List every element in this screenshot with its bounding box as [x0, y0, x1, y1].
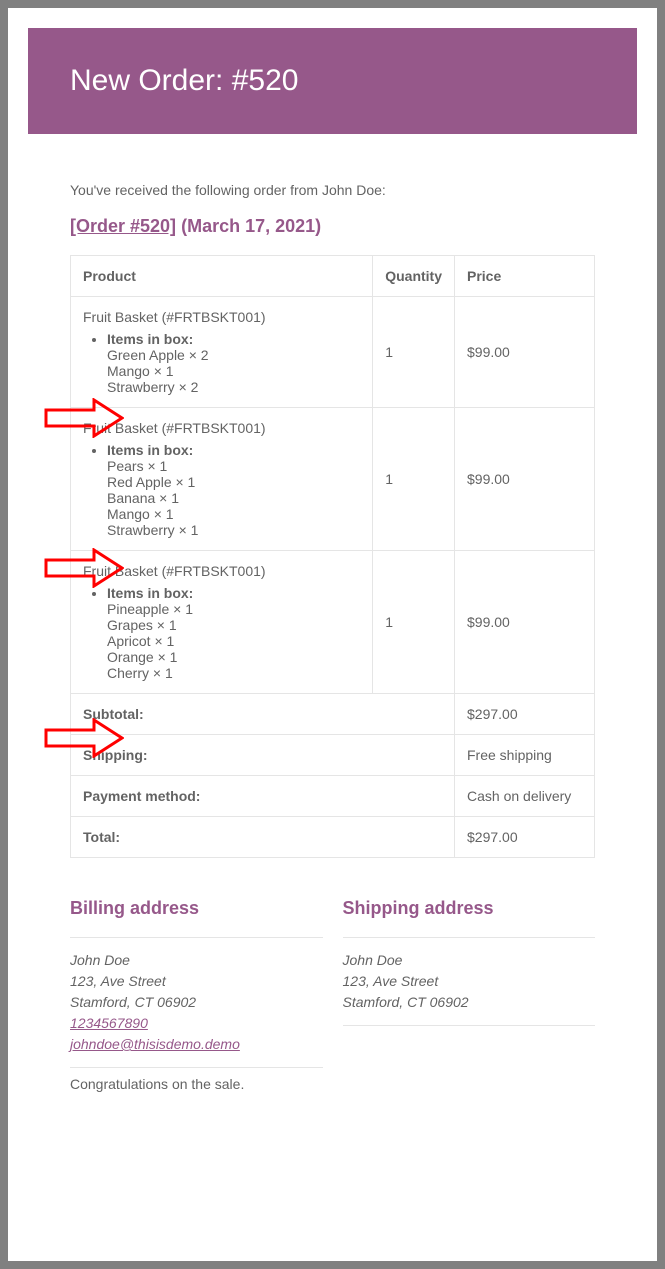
item-line: Banana × 1 [107, 490, 179, 506]
product-cell: Fruit Basket (#FRTBSKT001) Items in box:G… [71, 297, 373, 408]
product-name: Fruit Basket (#FRTBSKT001) [83, 309, 360, 325]
item-line: Cherry × 1 [107, 665, 173, 681]
table-row: Fruit Basket (#FRTBSKT001) Items in box:P… [71, 408, 595, 551]
payment-label: Payment method: [71, 776, 455, 817]
product-cell: Fruit Basket (#FRTBSKT001) Items in box:P… [71, 551, 373, 694]
product-name: Fruit Basket (#FRTBSKT001) [83, 420, 360, 436]
product-cell: Fruit Basket (#FRTBSKT001) Items in box:P… [71, 408, 373, 551]
item-line: Strawberry × 2 [107, 379, 198, 395]
item-line: Mango × 1 [107, 363, 174, 379]
addresses-section: Billing address John Doe 123, Ave Street… [70, 898, 595, 1106]
subtotal-label: Subtotal: [71, 694, 455, 735]
col-product: Product [71, 256, 373, 297]
billing-street: 123, Ave Street [70, 973, 166, 989]
shipping-name: John Doe [343, 952, 403, 968]
billing-column: Billing address John Doe 123, Ave Street… [70, 898, 323, 1106]
billing-heading: Billing address [70, 898, 323, 919]
item-line: Pears × 1 [107, 458, 167, 474]
price-cell: $99.00 [455, 408, 595, 551]
list-item: Items in box:Pears × 1Red Apple × 1Banan… [107, 442, 360, 538]
shipping-block: John Doe 123, Ave Street Stamford, CT 06… [343, 937, 596, 1026]
list-item: Items in box:Green Apple × 2Mango × 1Str… [107, 331, 360, 395]
item-line: Strawberry × 1 [107, 522, 198, 538]
congrats-text: Congratulations on the sale. [70, 1076, 323, 1092]
col-price: Price [455, 256, 595, 297]
page-title: New Order: #520 [70, 64, 595, 98]
total-label: Total: [71, 817, 455, 858]
shipping-street: 123, Ave Street [343, 973, 439, 989]
item-line: Orange × 1 [107, 649, 177, 665]
subtotal-value: $297.00 [455, 694, 595, 735]
shipping-label: Shipping: [71, 735, 455, 776]
list-item: Items in box:Pineapple × 1Grapes × 1Apri… [107, 585, 360, 681]
qty-cell: 1 [373, 408, 455, 551]
col-quantity: Quantity [373, 256, 455, 297]
header-banner: New Order: #520 [28, 28, 637, 134]
order-items-table: Product Quantity Price Fruit Basket (#FR… [70, 255, 595, 858]
items-list: Items in box:Pineapple × 1Grapes × 1Apri… [83, 585, 360, 681]
billing-city: Stamford, CT 06902 [70, 994, 196, 1010]
item-line: Pineapple × 1 [107, 601, 193, 617]
order-date: (March 17, 2021) [181, 216, 321, 236]
payment-value: Cash on delivery [455, 776, 595, 817]
item-line: Grapes × 1 [107, 617, 177, 633]
billing-name: John Doe [70, 952, 130, 968]
shipping-heading: Shipping address [343, 898, 596, 919]
items-list: Items in box:Pears × 1Red Apple × 1Banan… [83, 442, 360, 538]
items-label: Items in box: [107, 331, 193, 347]
table-row: Fruit Basket (#FRTBSKT001) Items in box:P… [71, 551, 595, 694]
billing-phone-link[interactable]: 1234567890 [70, 1015, 148, 1031]
qty-cell: 1 [373, 297, 455, 408]
price-cell: $99.00 [455, 551, 595, 694]
price-cell: $99.00 [455, 297, 595, 408]
order-link[interactable]: [Order #520] [70, 216, 176, 236]
email-container: New Order: #520 You've received the foll… [8, 8, 657, 1261]
product-name: Fruit Basket (#FRTBSKT001) [83, 563, 360, 579]
items-label: Items in box: [107, 442, 193, 458]
email-body: You've received the following order from… [28, 134, 637, 1106]
item-line: Red Apple × 1 [107, 474, 195, 490]
billing-email-link[interactable]: johndoe@thisisdemo.demo [70, 1036, 240, 1052]
billing-block: John Doe 123, Ave Street Stamford, CT 06… [70, 937, 323, 1068]
qty-cell: 1 [373, 551, 455, 694]
items-list: Items in box:Green Apple × 2Mango × 1Str… [83, 331, 360, 395]
item-line: Green Apple × 2 [107, 347, 209, 363]
shipping-city: Stamford, CT 06902 [343, 994, 469, 1010]
items-label: Items in box: [107, 585, 193, 601]
total-value: $297.00 [455, 817, 595, 858]
shipping-column: Shipping address John Doe 123, Ave Stree… [343, 898, 596, 1106]
order-heading: [Order #520] (March 17, 2021) [70, 216, 595, 237]
intro-text: You've received the following order from… [70, 182, 595, 198]
item-line: Mango × 1 [107, 506, 174, 522]
shipping-value: Free shipping [455, 735, 595, 776]
item-line: Apricot × 1 [107, 633, 174, 649]
table-row: Fruit Basket (#FRTBSKT001) Items in box:G… [71, 297, 595, 408]
